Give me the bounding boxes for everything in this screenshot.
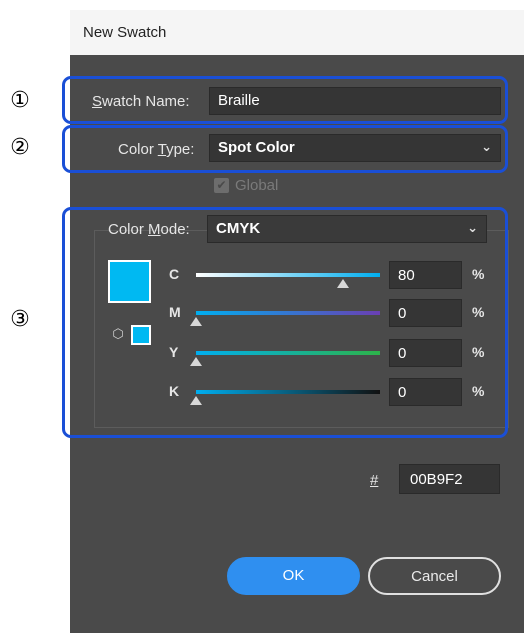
highlight-box-2 — [62, 125, 508, 173]
hex-input[interactable]: 00B9F2 — [399, 464, 500, 494]
new-swatch-dialog: New Swatch Swatch Name: Braille Color Ty… — [62, 10, 524, 633]
global-checkbox[interactable]: ✔ — [214, 178, 229, 193]
global-label: Global — [235, 177, 279, 194]
highlight-box-1 — [62, 76, 508, 124]
highlight-box-3 — [62, 207, 508, 438]
callout-3: ③ — [10, 307, 30, 332]
ok-button[interactable]: OK — [227, 557, 360, 595]
callout-1: ① — [10, 88, 30, 113]
hex-label: # — [370, 472, 379, 489]
cancel-button[interactable]: Cancel — [368, 557, 501, 595]
dialog-title: New Swatch — [70, 10, 524, 55]
callout-2: ② — [10, 135, 30, 160]
